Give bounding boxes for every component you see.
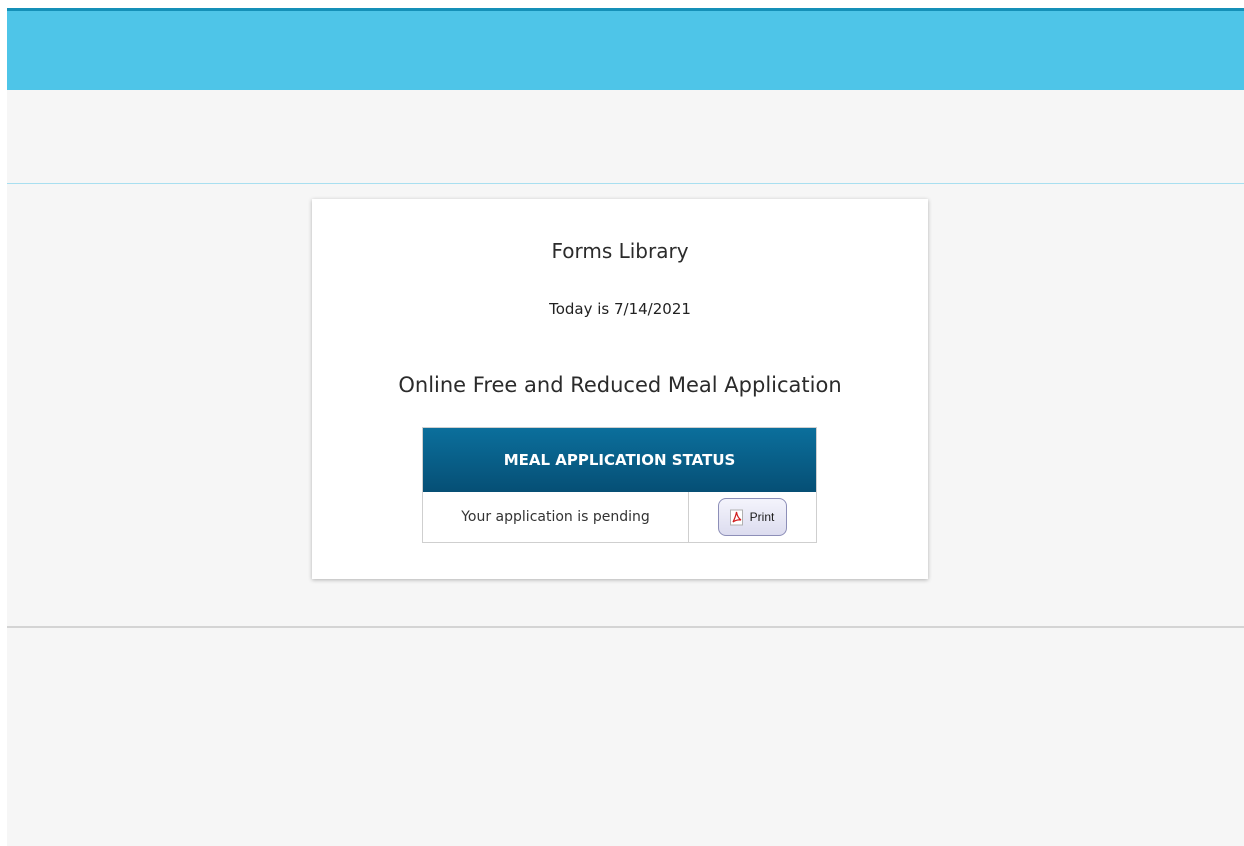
forms-library-card: Forms Library Today is 7/14/2021 Online …: [312, 199, 928, 579]
print-button[interactable]: Print: [717, 498, 788, 536]
footer-area: [7, 628, 1244, 846]
status-action-cell: Print: [689, 492, 816, 542]
header-bar: [7, 11, 1244, 90]
print-button-label: Print: [749, 510, 775, 524]
application-status-text: Your application is pending: [423, 492, 689, 542]
card-title: Forms Library: [551, 239, 689, 263]
sub-header: [7, 90, 1244, 183]
page: Forms Library Today is 7/14/2021 Online …: [0, 0, 1244, 846]
meal-application-title: Online Free and Reduced Meal Application: [398, 373, 842, 397]
pdf-icon: [729, 509, 745, 526]
table-row: Your application is pending Print: [423, 492, 816, 542]
left-edge: [0, 0, 7, 846]
meal-application-status-table: MEAL APPLICATION STATUS Your application…: [422, 427, 817, 543]
status-table-header: MEAL APPLICATION STATUS: [423, 428, 816, 492]
today-date-text: Today is 7/14/2021: [549, 300, 691, 318]
